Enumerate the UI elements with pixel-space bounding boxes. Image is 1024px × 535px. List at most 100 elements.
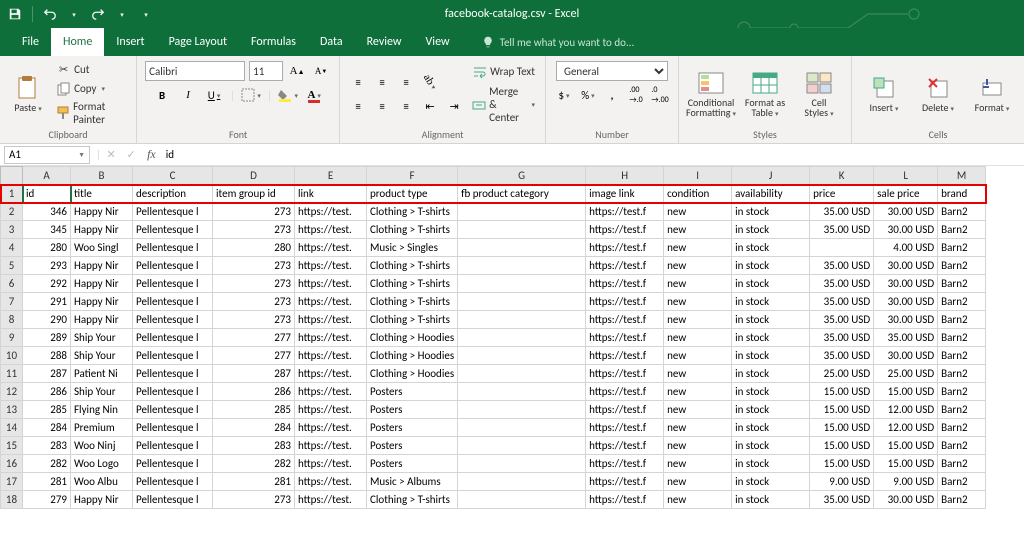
cell[interactable]: new [664, 401, 732, 419]
cell[interactable]: in stock [732, 455, 810, 473]
cell[interactable]: https://test. [295, 419, 367, 437]
cell[interactable]: new [664, 473, 732, 491]
cell[interactable]: https://test.f [586, 239, 664, 257]
cell[interactable]: https://test.f [586, 203, 664, 221]
formula-value[interactable]: id [162, 148, 174, 161]
cell[interactable]: 287 [23, 365, 71, 383]
cell[interactable]: Happy Nir [71, 203, 133, 221]
cell[interactable]: Pellentesque l [133, 329, 213, 347]
cell[interactable]: 273 [213, 203, 295, 221]
cell[interactable]: in stock [732, 437, 810, 455]
cell[interactable]: Barn2 [938, 293, 986, 311]
cell[interactable]: sale price [874, 185, 938, 203]
cell[interactable]: Patient Ni [71, 365, 133, 383]
cell[interactable]: 9.00 USD [874, 473, 938, 491]
row-header[interactable]: 4 [1, 239, 23, 257]
underline-button[interactable]: U [204, 85, 224, 105]
cell[interactable]: new [664, 257, 732, 275]
cell[interactable]: Barn2 [938, 203, 986, 221]
cell[interactable]: 285 [23, 401, 71, 419]
cell[interactable]: fb product category [458, 185, 586, 203]
cell[interactable]: 15.00 USD [810, 437, 874, 455]
cell[interactable]: https://test.f [586, 347, 664, 365]
cell[interactable]: 292 [23, 275, 71, 293]
decrease-font-icon[interactable]: A▼ [311, 61, 331, 81]
cell[interactable]: Ship Your [71, 329, 133, 347]
cell[interactable]: https://test.f [586, 257, 664, 275]
cell[interactable]: https://test. [295, 347, 367, 365]
cell[interactable] [458, 311, 586, 329]
cell[interactable]: 15.00 USD [810, 455, 874, 473]
cell[interactable]: Music > Singles [367, 239, 458, 257]
row-header[interactable]: 5 [1, 257, 23, 275]
cell[interactable]: 277 [213, 329, 295, 347]
cell[interactable]: 35.00 USD [810, 311, 874, 329]
cancel-formula-icon[interactable]: ✕ [101, 148, 121, 161]
row-header[interactable]: 3 [1, 221, 23, 239]
tab-page-layout[interactable]: Page Layout [157, 28, 239, 56]
cell[interactable]: Clothing > T-shirts [367, 293, 458, 311]
cell[interactable]: Music > Albums [367, 473, 458, 491]
cell[interactable]: https://test.f [586, 437, 664, 455]
cell[interactable] [458, 275, 586, 293]
cell[interactable]: 287 [213, 365, 295, 383]
cell[interactable]: 273 [213, 491, 295, 509]
cell[interactable] [458, 401, 586, 419]
cell[interactable]: Posters [367, 401, 458, 419]
cell[interactable]: in stock [732, 419, 810, 437]
cell[interactable]: in stock [732, 311, 810, 329]
cell[interactable]: Pellentesque l [133, 221, 213, 239]
cell[interactable]: item group id [213, 185, 295, 203]
cell[interactable]: Barn2 [938, 257, 986, 275]
align-left-icon[interactable]: ≡ [348, 96, 368, 116]
cell[interactable] [458, 221, 586, 239]
fx-icon[interactable]: fx [147, 147, 156, 162]
merge-center-button[interactable]: Merge & Center [470, 84, 537, 125]
cell[interactable]: https://test. [295, 275, 367, 293]
cell[interactable]: 290 [23, 311, 71, 329]
cell[interactable]: https://test. [295, 293, 367, 311]
cell[interactable]: 9.00 USD [810, 473, 874, 491]
cell[interactable]: https://test. [295, 221, 367, 239]
cell[interactable]: 35.00 USD [874, 329, 938, 347]
cell[interactable]: 280 [23, 239, 71, 257]
cell[interactable]: https://test.f [586, 455, 664, 473]
cell[interactable]: 286 [23, 383, 71, 401]
col-header-H[interactable]: H [586, 167, 664, 185]
row-header[interactable]: 8 [1, 311, 23, 329]
cell[interactable]: in stock [732, 221, 810, 239]
cell[interactable]: Barn2 [938, 275, 986, 293]
cell[interactable]: in stock [732, 365, 810, 383]
cell[interactable]: 345 [23, 221, 71, 239]
italic-button[interactable]: I [178, 85, 198, 105]
align-top-icon[interactable]: ≡ [348, 72, 368, 92]
row-header[interactable]: 10 [1, 347, 23, 365]
cell[interactable]: https://test.f [586, 473, 664, 491]
cell[interactable]: 35.00 USD [810, 257, 874, 275]
cell[interactable]: 35.00 USD [810, 221, 874, 239]
border-button[interactable] [241, 85, 261, 105]
col-header-E[interactable]: E [295, 167, 367, 185]
select-all-corner[interactable] [1, 167, 23, 185]
cell[interactable]: in stock [732, 347, 810, 365]
percent-button[interactable]: % [578, 85, 598, 105]
cell[interactable]: 291 [23, 293, 71, 311]
cell[interactable]: Barn2 [938, 401, 986, 419]
conditional-formatting-button[interactable]: Conditional Formatting [687, 70, 735, 119]
col-header-B[interactable]: B [71, 167, 133, 185]
cell[interactable] [458, 473, 586, 491]
cell[interactable]: in stock [732, 293, 810, 311]
cut-button[interactable]: ✂Cut [54, 61, 128, 78]
cell[interactable]: 284 [213, 419, 295, 437]
cell[interactable]: 284 [23, 419, 71, 437]
row-header[interactable]: 12 [1, 383, 23, 401]
cell[interactable]: Pellentesque l [133, 365, 213, 383]
orientation-icon[interactable]: ab [416, 68, 443, 95]
cell[interactable]: 30.00 USD [874, 203, 938, 221]
cell[interactable] [810, 239, 874, 257]
col-header-D[interactable]: D [213, 167, 295, 185]
tab-insert[interactable]: Insert [104, 28, 156, 56]
cell[interactable]: new [664, 491, 732, 509]
format-painter-button[interactable]: Format Painter [54, 99, 128, 127]
col-header-L[interactable]: L [874, 167, 938, 185]
